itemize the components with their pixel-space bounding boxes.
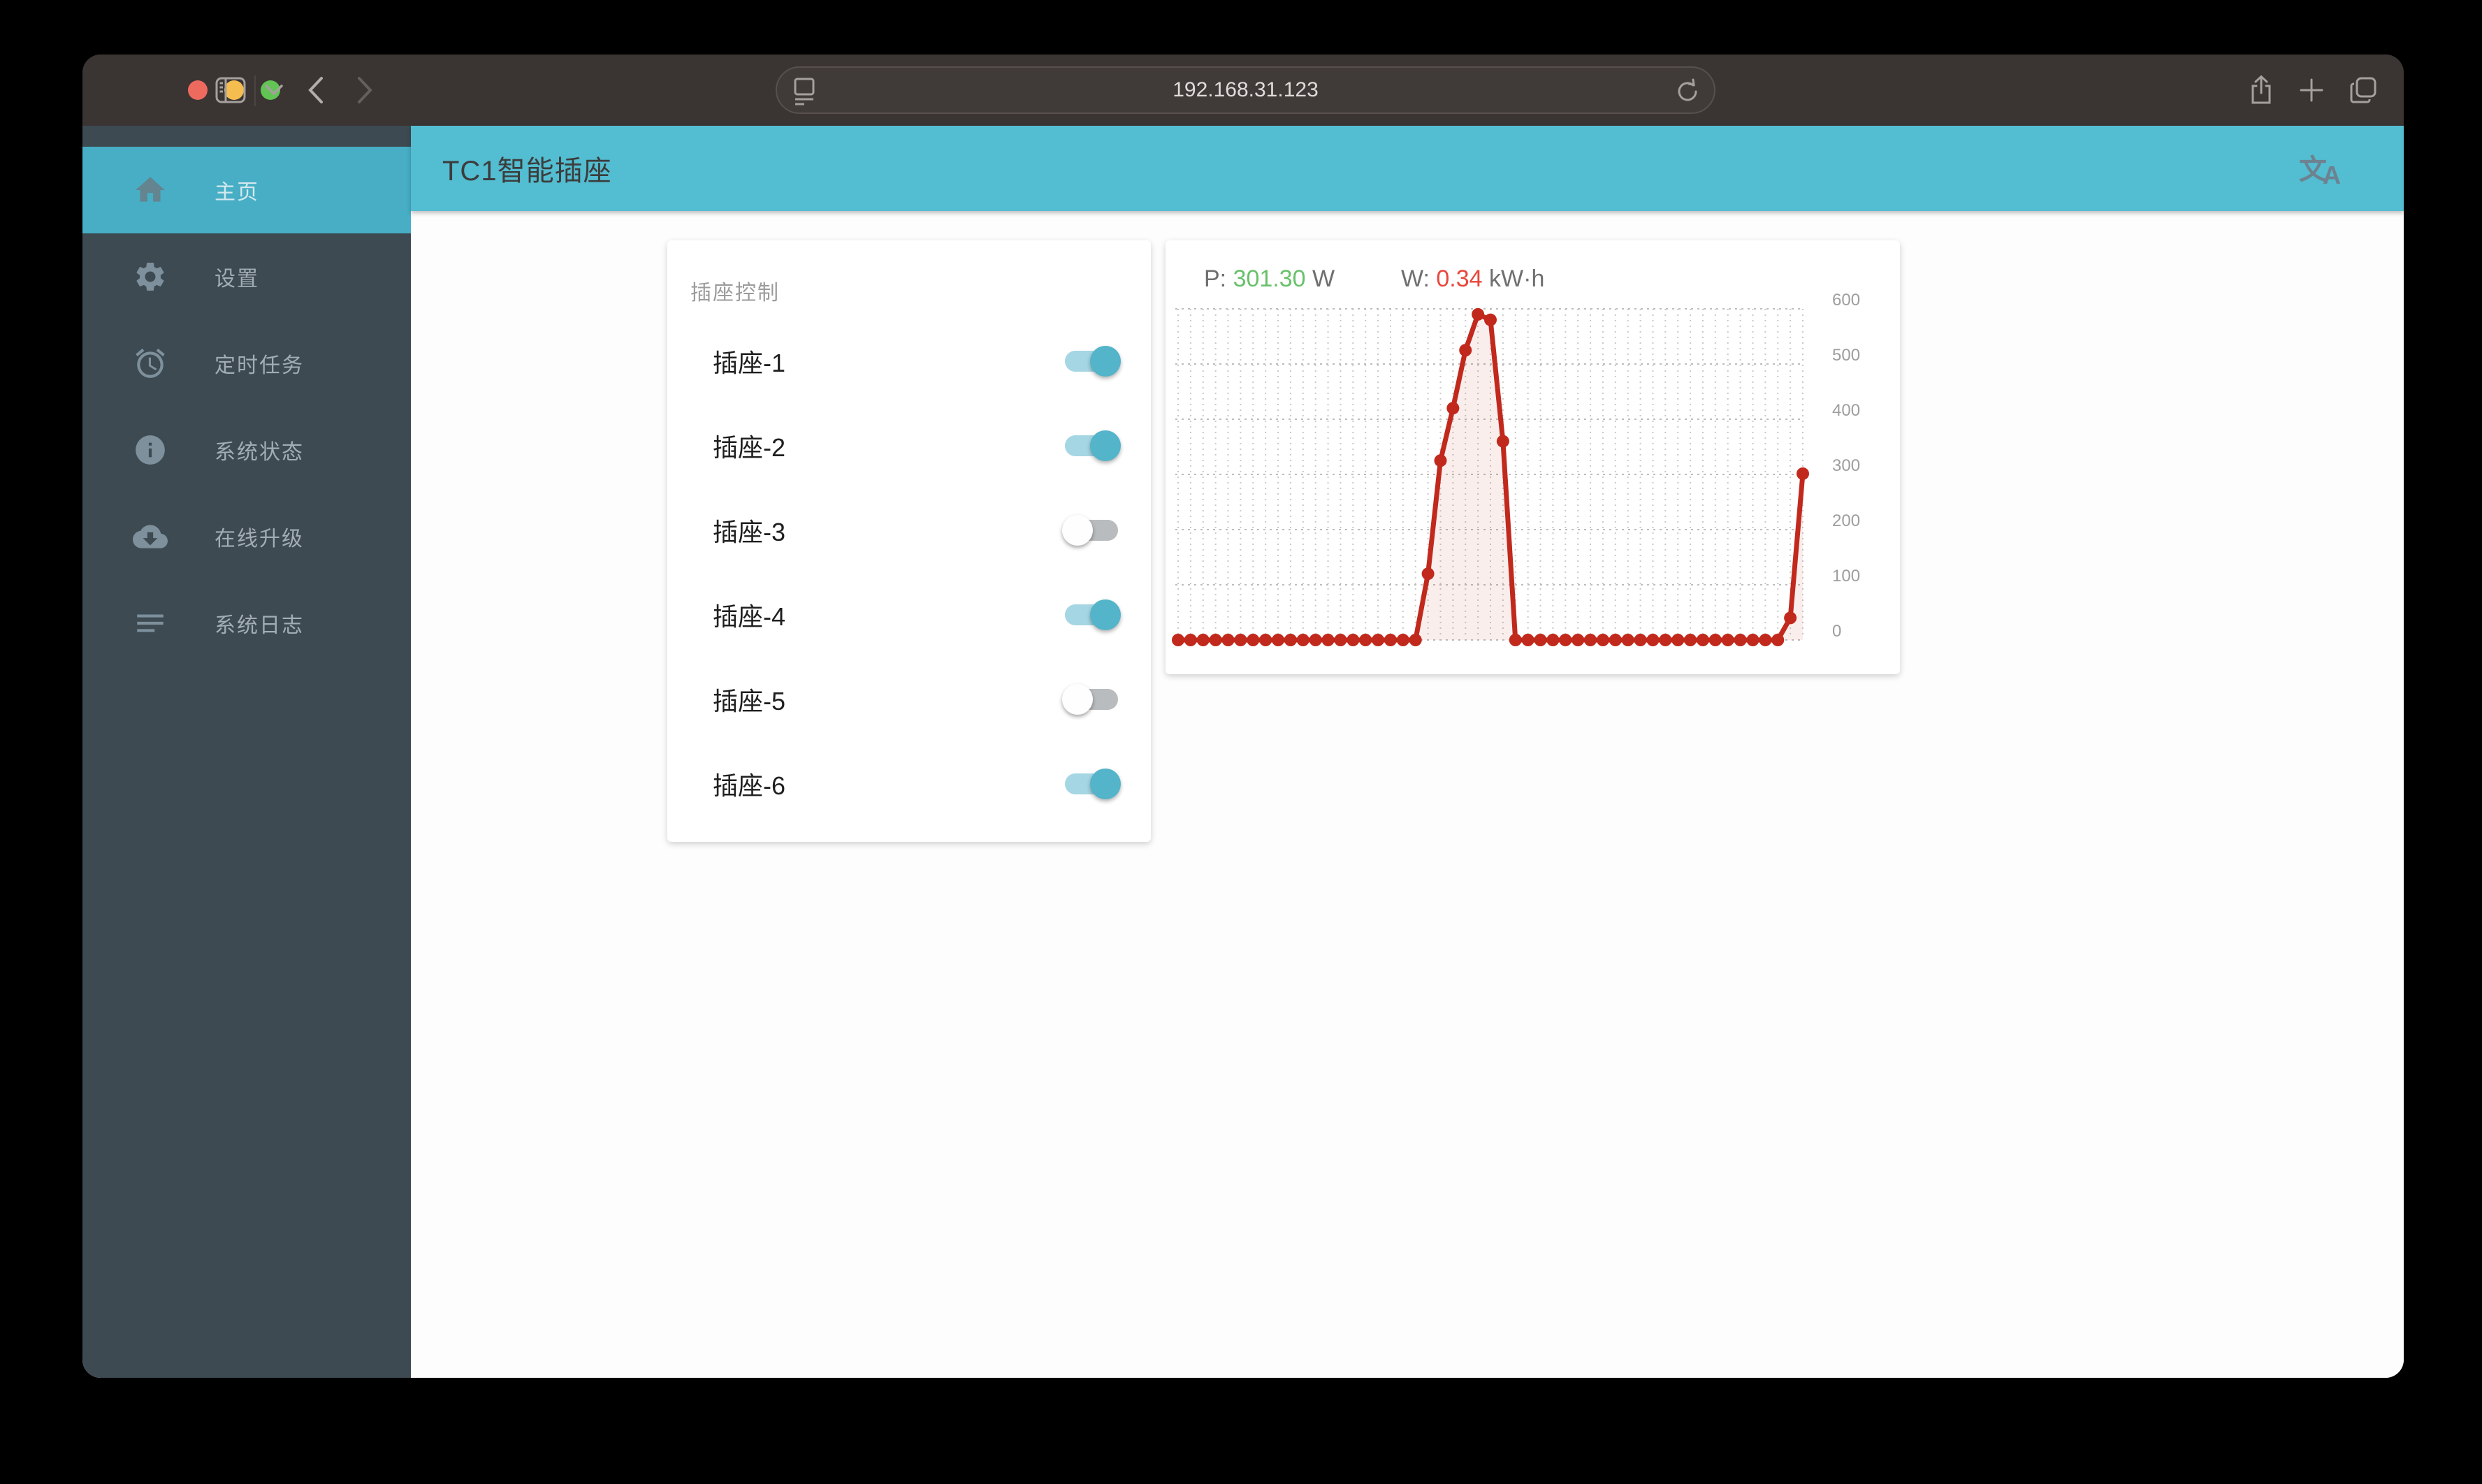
socket-6-toggle[interactable] (1065, 768, 1121, 799)
share-icon[interactable] (2240, 54, 2282, 126)
sidebar-item-label: 设置 (215, 268, 259, 291)
y-axis-tick: 500 (1832, 346, 1861, 365)
socket-3-toggle[interactable] (1062, 514, 1118, 546)
sidebar-item-label: 主页 (215, 181, 259, 204)
y-axis-tick: 300 (1832, 456, 1861, 475)
info-icon (133, 432, 168, 467)
socket-label: 插座-3 (713, 517, 786, 546)
reload-icon[interactable] (1675, 78, 1700, 109)
y-axis-tick: 600 (1832, 291, 1861, 310)
socket-row: 插座-6 (667, 741, 1151, 826)
socket-label: 插座-1 (713, 348, 786, 377)
y-axis-tick: 400 (1832, 401, 1861, 420)
socket-row: 插座-3 (667, 488, 1151, 572)
socket-1-toggle[interactable] (1065, 345, 1121, 377)
socket-row: 插座-2 (667, 403, 1151, 488)
browser-toolbar: 192.168.31.123 (82, 54, 2404, 126)
address-bar[interactable]: 192.168.31.123 (776, 66, 1715, 114)
power-value: 301.30 (1233, 265, 1306, 292)
sidebar-item-settings[interactable]: 设置 (82, 233, 411, 320)
gear-icon (133, 259, 168, 294)
app-header: TC1智能插座 文A (411, 126, 2404, 211)
sidebar-item-label: 系统状态 (215, 441, 304, 464)
socket-label: 插座-6 (713, 771, 786, 800)
chart-header: P: 301.30 W W: 0.34 kW·h (1204, 265, 1544, 293)
y-axis-tick: 200 (1832, 511, 1861, 530)
sidebar-item-system-log[interactable]: 系统日志 (82, 580, 411, 667)
socket-card-title: 插座控制 (690, 282, 780, 305)
home-icon (133, 173, 168, 208)
y-axis-tick: 100 (1832, 567, 1861, 585)
power-readout: P: 301.30 W (1204, 265, 1335, 292)
socket-row: 插座-4 (667, 572, 1151, 657)
main-content: 插座控制 插座-1 插座-2 插座-3 插座-4 插座-5 插座-6 P: 30… (411, 211, 2404, 1378)
log-lines-icon (133, 606, 168, 641)
power-line-chart (1172, 307, 1809, 646)
socket-label: 插座-2 (713, 432, 786, 462)
translate-icon[interactable]: 文A (2299, 147, 2349, 190)
sidebar-item-home[interactable]: 主页 (82, 147, 411, 233)
socket-label: 插座-4 (713, 602, 786, 631)
forward-button[interactable] (345, 54, 384, 126)
web-page: 主页 设置 定时任务 系统状态 在线升级 系统日志 TC1智能插座 文 A 插座… (82, 126, 2404, 1378)
chevron-down-icon[interactable] (254, 54, 293, 126)
energy-readout: W: 0.34 kW·h (1401, 265, 1545, 292)
close-button[interactable] (188, 80, 208, 100)
socket-row: 插座-1 (667, 319, 1151, 403)
socket-control-card: 插座控制 插座-1 插座-2 插座-3 插座-4 插座-5 插座-6 (667, 240, 1151, 842)
page-title: TC1智能插座 (442, 156, 612, 187)
sidebar-toggle-icon[interactable] (210, 54, 252, 126)
y-axis-tick: 0 (1832, 622, 1842, 641)
energy-value: 0.34 (1436, 265, 1483, 292)
sidebar-nav: 主页 设置 定时任务 系统状态 在线升级 系统日志 (82, 126, 411, 1378)
url-text: 192.168.31.123 (1173, 78, 1319, 101)
power-chart-card: P: 301.30 W W: 0.34 kW·h 0 100 200 300 4… (1166, 240, 1900, 674)
sidebar-item-label: 在线升级 (215, 528, 304, 551)
browser-window: 192.168.31.123 主页 设置 定时任务 系统状态 在线升级 系统日志… (82, 54, 2404, 1378)
sidebar-item-system-status[interactable]: 系统状态 (82, 407, 411, 493)
socket-2-toggle[interactable] (1065, 430, 1121, 461)
sidebar-item-timers[interactable]: 定时任务 (82, 320, 411, 407)
sidebar-item-label: 系统日志 (215, 614, 304, 637)
new-tab-icon[interactable] (2291, 54, 2332, 126)
socket-4-toggle[interactable] (1065, 599, 1121, 630)
tab-overview-icon[interactable] (2341, 54, 2386, 126)
socket-row: 插座-5 (667, 657, 1151, 741)
alarm-clock-icon (133, 346, 168, 381)
socket-label: 插座-5 (713, 686, 786, 715)
sidebar-item-label: 定时任务 (215, 354, 304, 377)
cloud-download-icon (133, 519, 168, 554)
sidebar-item-online-upgrade[interactable]: 在线升级 (82, 493, 411, 580)
socket-5-toggle[interactable] (1062, 683, 1118, 715)
back-button[interactable] (296, 54, 335, 126)
